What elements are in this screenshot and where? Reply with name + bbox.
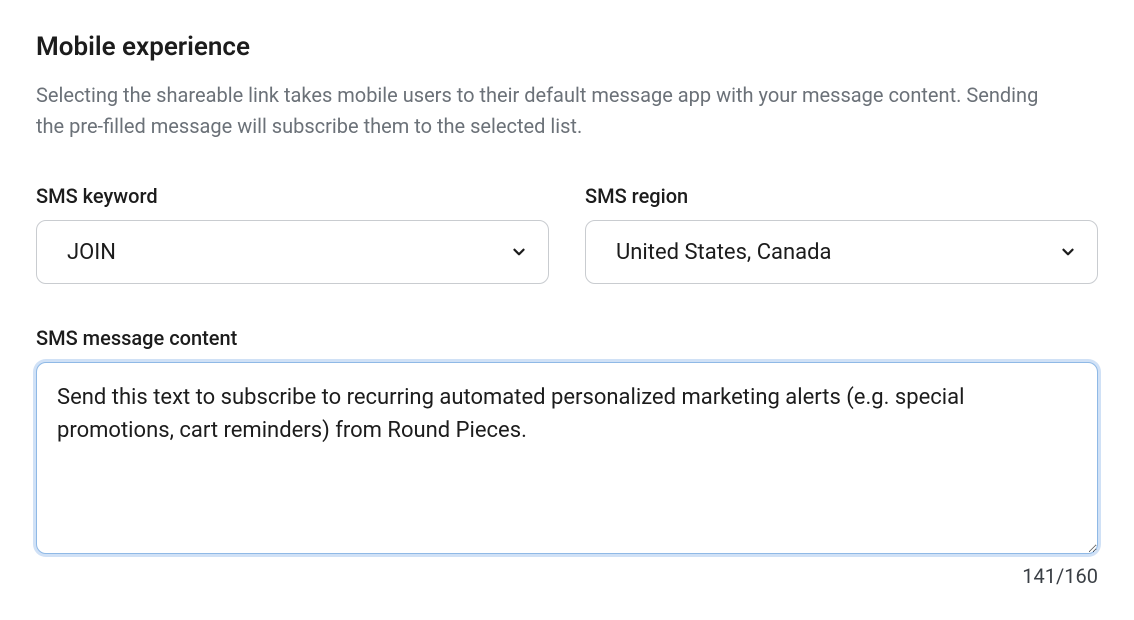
chevron-down-icon [510, 243, 528, 261]
chevron-down-icon [1059, 243, 1077, 261]
sms-keyword-value: JOIN [67, 240, 116, 265]
sms-keyword-label: SMS keyword [36, 184, 549, 208]
sms-keyword-select[interactable]: JOIN [36, 220, 549, 284]
select-row: SMS keyword JOIN SMS region United State… [36, 184, 1098, 284]
sms-region-field: SMS region United States, Canada [585, 184, 1098, 284]
section-description: Selecting the shareable link takes mobil… [36, 80, 1056, 142]
sms-message-textarea[interactable] [36, 362, 1098, 554]
sms-keyword-field: SMS keyword JOIN [36, 184, 549, 284]
sms-message-label: SMS message content [36, 326, 1098, 350]
sms-message-field: SMS message content 141/160 [36, 326, 1098, 588]
sms-region-label: SMS region [585, 184, 1098, 208]
sms-region-select[interactable]: United States, Canada [585, 220, 1098, 284]
sms-message-wrap [36, 362, 1098, 558]
section-title: Mobile experience [36, 32, 1098, 62]
sms-region-value: United States, Canada [616, 240, 832, 265]
char-count: 141/160 [36, 564, 1098, 588]
